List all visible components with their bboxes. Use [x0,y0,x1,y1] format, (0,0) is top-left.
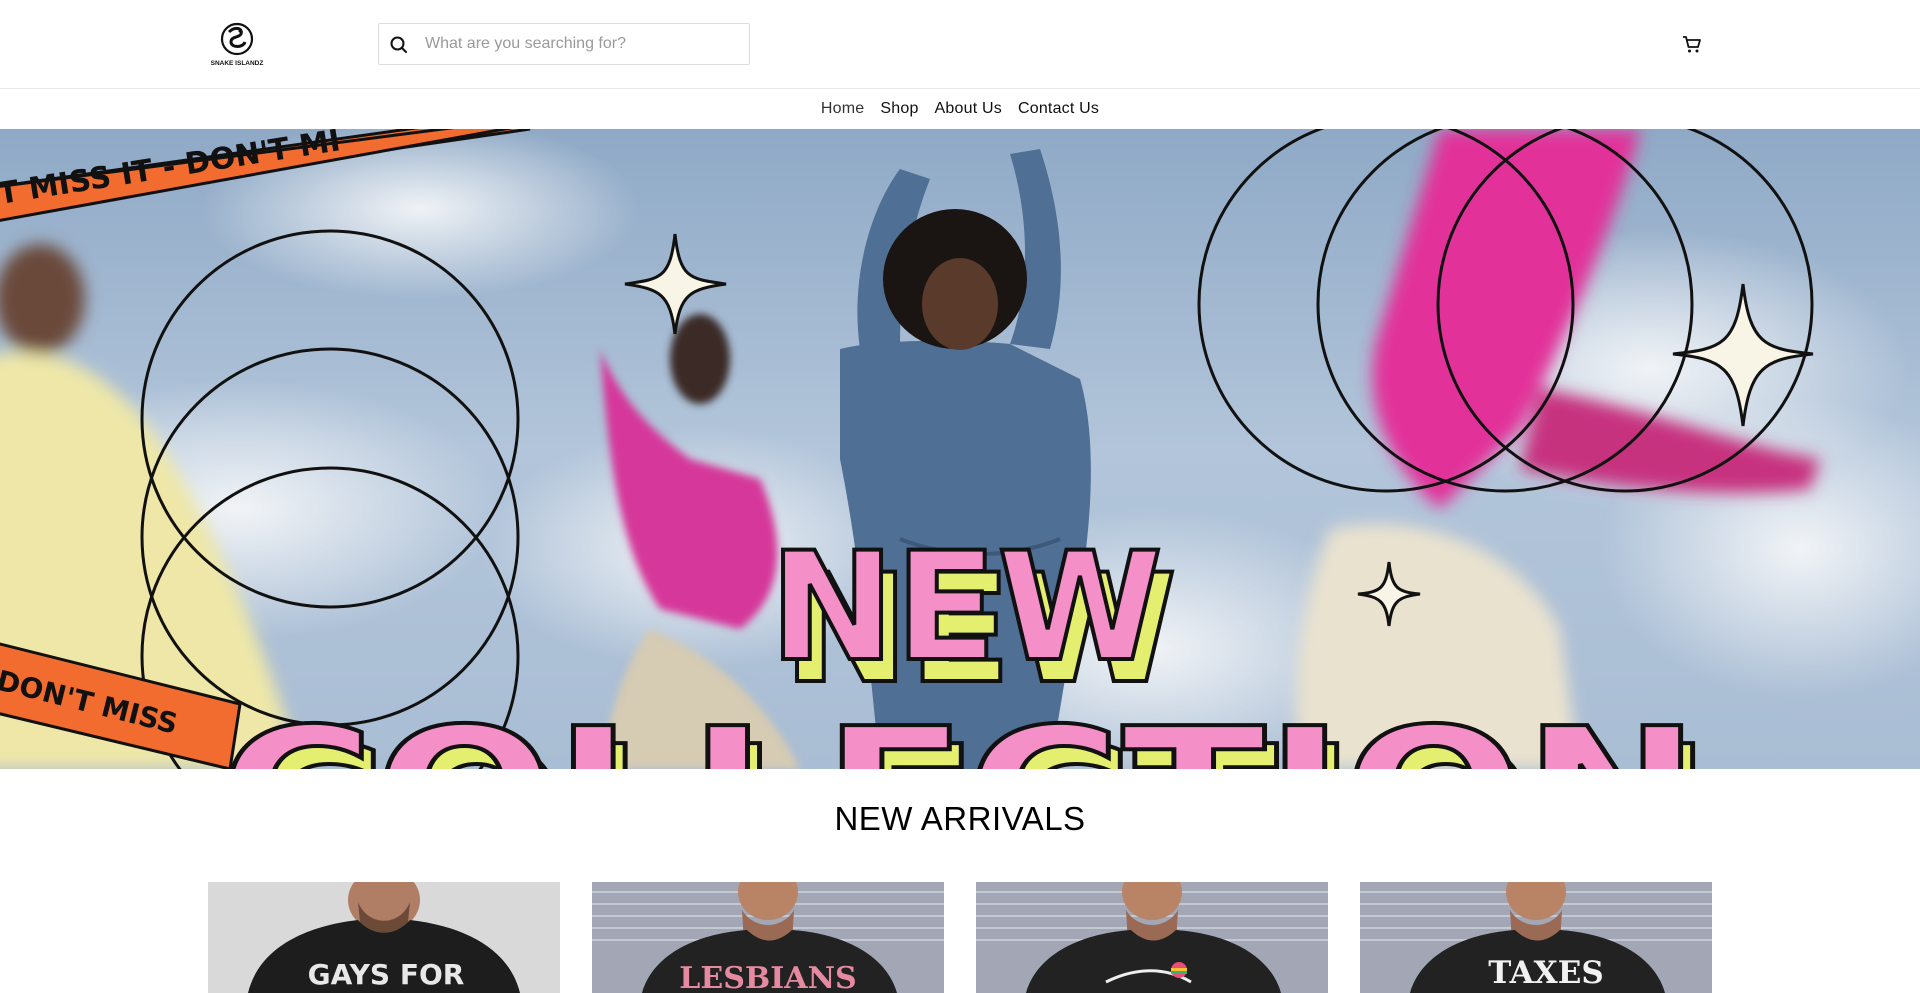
product-card[interactable] [976,882,1328,993]
nav-shop[interactable]: Shop [872,100,926,118]
nav-contact-us[interactable]: Contact Us [1010,100,1107,118]
site-header: SNAKE ISLANDZ [0,0,1920,89]
hero-banner[interactable]: T MISS IT - DON'T MI DON'T MISS NEW NEW … [0,129,1920,769]
new-arrivals-title: NEW ARRIVALS [834,800,1086,837]
product-shirt-text: LESBIANS [679,961,856,993]
search-icon[interactable] [389,35,409,55]
nav-about-us[interactable]: About Us [927,100,1010,118]
search-box[interactable] [378,23,750,65]
product-shirt-text: TAXES [1488,955,1604,991]
search-input[interactable] [425,24,745,64]
product-shirt-text: GAYS FOR [308,958,465,991]
logo-text: SNAKE ISLANDZ [211,60,264,67]
cart-icon[interactable] [1680,32,1704,56]
nav-home[interactable]: Home [813,100,872,118]
svg-text:NEW: NEW [769,521,1162,695]
main-nav: Home Shop About Us Contact Us [0,89,1920,129]
product-card[interactable]: LESBIANS [592,882,944,993]
product-grid: GAYS FOR LESBIANS TAXES [208,882,1712,993]
svg-text:COLLECTION: COLLECTION [220,692,1700,769]
brand-logo[interactable]: SNAKE ISLANDZ [209,20,265,68]
product-card[interactable]: TAXES [1360,882,1712,993]
product-card[interactable]: GAYS FOR [208,882,560,993]
